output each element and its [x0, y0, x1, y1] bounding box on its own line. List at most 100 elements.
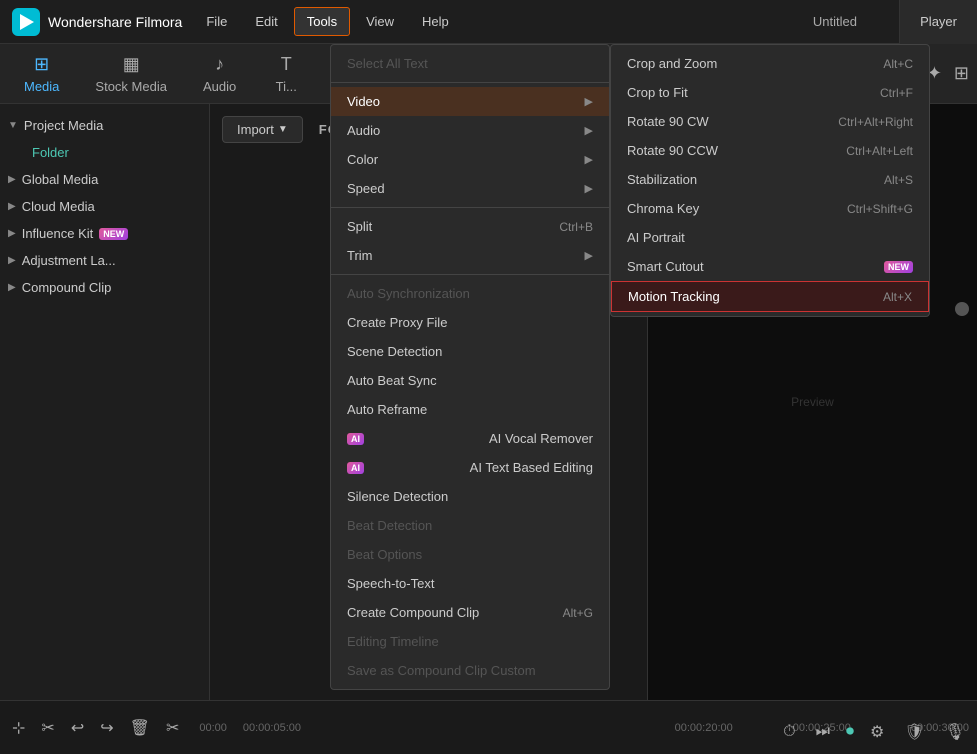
speed-arrow-icon: ▶ [585, 182, 593, 195]
tab-media[interactable]: ⊞ Media [8, 48, 75, 100]
menu-ai-portrait[interactable]: AI Portrait [611, 223, 929, 252]
folder-label: Folder [32, 145, 69, 160]
timeline-forward-icon[interactable]: ⏭ [812, 719, 834, 745]
timeline-record-icon[interactable]: ⏺ [846, 723, 854, 741]
smart-cutout-badge: NEW [884, 261, 913, 273]
app-name: Wondershare Filmora [48, 14, 182, 30]
menu-silence[interactable]: Silence Detection [331, 482, 609, 511]
titles-icon: T [281, 54, 292, 75]
menu-smart-cutout[interactable]: Smart Cutout NEW [611, 252, 929, 281]
ai-vocal-label: AI Vocal Remover [489, 431, 593, 446]
import-button[interactable]: Import ▼ [222, 116, 303, 143]
chevron-right-influence-icon: ▶ [8, 228, 16, 239]
tab-stock-media[interactable]: ▦ Stock Media [79, 48, 183, 100]
sidebar-influence-kit[interactable]: ▶ Influence Kit NEW [0, 220, 209, 247]
menu-crop-zoom[interactable]: Crop and Zoom Alt+C [611, 49, 929, 78]
sidebar-global-media[interactable]: ▶ Global Media [0, 166, 209, 193]
chevron-right-compound-icon: ▶ [8, 282, 16, 293]
menu-color[interactable]: Color ▶ [331, 145, 609, 174]
timeline-delete-icon[interactable]: 🗑 [126, 714, 154, 742]
menu-help[interactable]: Help [410, 8, 461, 35]
menu-rotate-ccw[interactable]: Rotate 90 CCW Ctrl+Alt+Left [611, 136, 929, 165]
tab-media-label: Media [24, 79, 59, 94]
menu-scene[interactable]: Scene Detection [331, 337, 609, 366]
sidebar-folder[interactable]: Folder [24, 139, 209, 166]
menu-crop-fit[interactable]: Crop to Fit Ctrl+F [611, 78, 929, 107]
menu-tools[interactable]: Tools [294, 7, 350, 36]
chevron-right-cloud-icon: ▶ [8, 201, 16, 212]
menu-save-compound[interactable]: Save as Compound Clip Custom [331, 656, 609, 685]
import-label: Import [237, 122, 274, 137]
menu-speech[interactable]: Speech-to-Text [331, 569, 609, 598]
menu-trim[interactable]: Trim ▶ [331, 241, 609, 270]
menu-file[interactable]: File [194, 8, 239, 35]
timeline-mic-icon[interactable]: 🎙 [941, 718, 969, 746]
timeline-redo-icon[interactable]: ↪ [96, 714, 117, 742]
timeline-settings-icon[interactable]: ⚙ [866, 718, 888, 746]
menu-ai-vocal[interactable]: AI AI Vocal Remover [331, 424, 609, 453]
timeline-razor-icon[interactable]: ✂ [37, 714, 58, 742]
menu-proxy[interactable]: Create Proxy File [331, 308, 609, 337]
menu-select-all-text[interactable]: Select All Text [331, 49, 609, 78]
cloud-media-label: Cloud Media [22, 199, 95, 214]
menu-speed[interactable]: Speed ▶ [331, 174, 609, 203]
rotate-ccw-shortcut: Ctrl+Alt+Left [846, 144, 913, 158]
crop-fit-shortcut: Ctrl+F [880, 86, 913, 100]
menu-split[interactable]: Split Ctrl+B [331, 212, 609, 241]
sidebar-adjustment-layer[interactable]: ▶ Adjustment La... [0, 247, 209, 274]
menu-chroma[interactable]: Chroma Key Ctrl+Shift+G [611, 194, 929, 223]
timeline-select-icon[interactable]: ⊹ [8, 714, 29, 742]
menu-motion-tracking[interactable]: Motion Tracking Alt+X [611, 281, 929, 312]
grid-icon[interactable]: ⊞ [954, 63, 969, 84]
topbar: Wondershare Filmora File Edit Tools View… [0, 0, 977, 44]
menu-video[interactable]: Video ▶ [331, 87, 609, 116]
menu-view[interactable]: View [354, 8, 406, 35]
compound-label: Create Compound Clip [347, 605, 479, 620]
tab-audio[interactable]: ♪ Audio [187, 48, 252, 100]
sidebar-cloud-media[interactable]: ▶ Cloud Media [0, 193, 209, 220]
rotate-cw-label: Rotate 90 CW [627, 114, 709, 129]
timeline-cut-icon[interactable]: ✂ [162, 714, 183, 742]
ai-text-label: AI Text Based Editing [470, 460, 593, 475]
preview-placeholder: Preview [791, 395, 834, 409]
influence-new-badge: NEW [99, 228, 128, 240]
reframe-label: Auto Reframe [347, 402, 427, 417]
beat-options-label: Beat Options [347, 547, 422, 562]
timeline-undo-icon[interactable]: ↩ [67, 714, 88, 742]
menu-reframe[interactable]: Auto Reframe [331, 395, 609, 424]
menu-editing-timeline[interactable]: Editing Timeline [331, 627, 609, 656]
menu-beat-detect[interactable]: Beat Detection [331, 511, 609, 540]
beat-detect-label: Beat Detection [347, 518, 432, 533]
menu-compound[interactable]: Create Compound Clip Alt+G [331, 598, 609, 627]
audio-label: Audio [347, 123, 380, 138]
video-arrow-icon: ▶ [585, 95, 593, 108]
beat-sync-label: Auto Beat Sync [347, 373, 437, 388]
compound-shortcut: Alt+G [563, 606, 593, 620]
menu-stabilization[interactable]: Stabilization Alt+S [611, 165, 929, 194]
compound-clip-label: Compound Clip [22, 280, 112, 295]
menu-beat-options[interactable]: Beat Options [331, 540, 609, 569]
editing-timeline-label: Editing Timeline [347, 634, 439, 649]
audio-icon: ♪ [215, 54, 224, 75]
scene-label: Scene Detection [347, 344, 442, 359]
menu-ai-text[interactable]: AI AI Text Based Editing [331, 453, 609, 482]
menu-audio[interactable]: Audio ▶ [331, 116, 609, 145]
menu-bar: File Edit Tools View Help [194, 7, 460, 36]
sidebar-compound-clip[interactable]: ▶ Compound Clip [0, 274, 209, 301]
audio-arrow-icon: ▶ [585, 124, 593, 137]
menu-auto-sync[interactable]: Auto Synchronization [331, 279, 609, 308]
timeline-clock-icon[interactable]: ⏱ [779, 719, 799, 745]
menu-edit[interactable]: Edit [243, 8, 289, 35]
menu-beat-sync[interactable]: Auto Beat Sync [331, 366, 609, 395]
player-button[interactable]: Player [899, 0, 977, 44]
timeline-shield-icon[interactable]: 🛡 [900, 718, 928, 746]
sidebar-project-media[interactable]: ▼ Project Media [0, 112, 209, 139]
tab-audio-label: Audio [203, 79, 236, 94]
media-icon: ⊞ [34, 54, 49, 75]
ai-text-badge: AI [347, 462, 364, 474]
menu-rotate-cw[interactable]: Rotate 90 CW Ctrl+Alt+Right [611, 107, 929, 136]
tab-titles[interactable]: T Ti... [256, 48, 316, 100]
crop-fit-label: Crop to Fit [627, 85, 688, 100]
project-media-label: Project Media [24, 118, 103, 133]
window-title: Untitled [813, 14, 857, 29]
